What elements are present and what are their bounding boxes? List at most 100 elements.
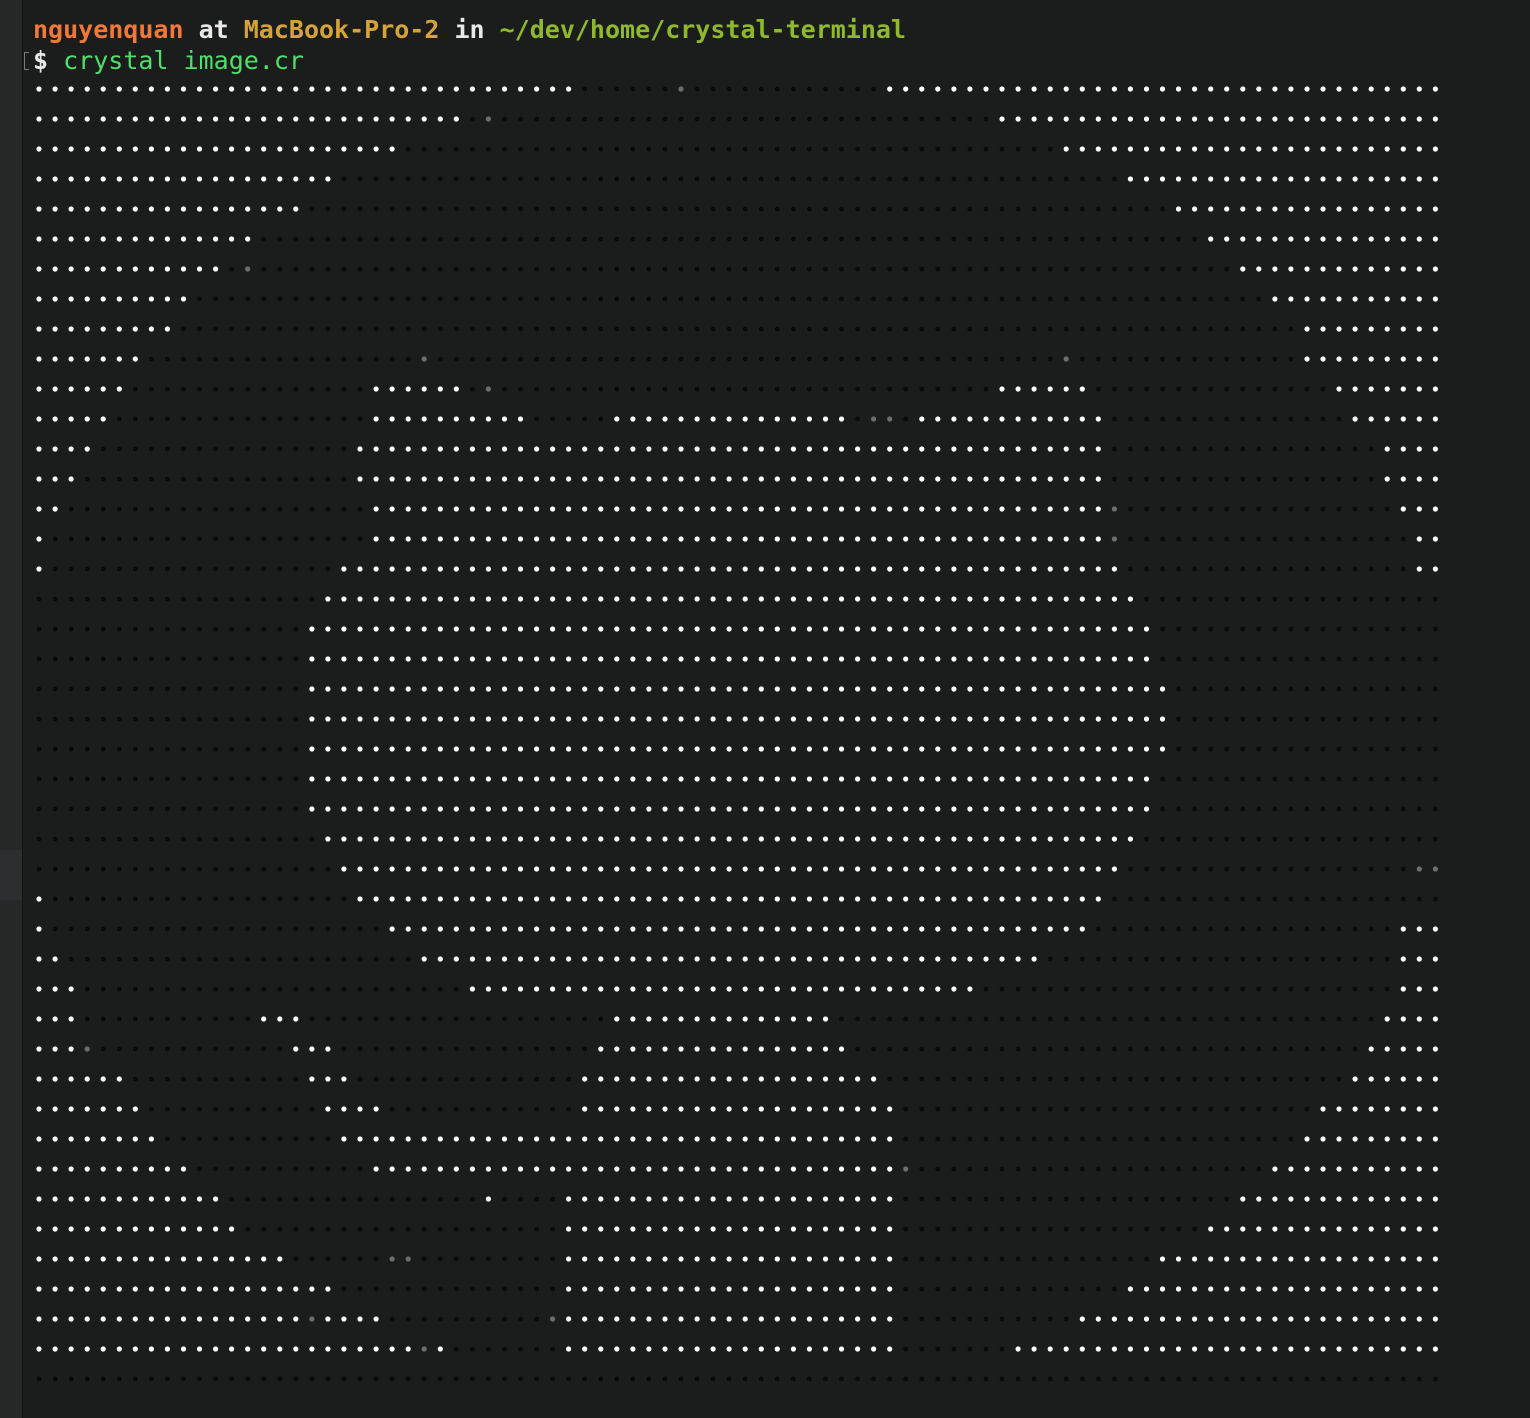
- bright-dot: [598, 506, 604, 512]
- dark-dot: [1063, 956, 1069, 962]
- dark-dot: [1112, 266, 1117, 272]
- dark-dot: [165, 656, 170, 662]
- dark-dot: [149, 956, 154, 962]
- bright-dot: [855, 806, 861, 812]
- dark-dot: [421, 206, 427, 212]
- bright-dot: [1320, 1286, 1326, 1292]
- bright-dot: [855, 776, 861, 782]
- bright-dot: [148, 146, 154, 152]
- bright-dot: [132, 1226, 138, 1232]
- dark-dot: [36, 716, 42, 722]
- dot-row: [36, 1256, 1438, 1262]
- bright-dot: [52, 1166, 58, 1172]
- dark-dot: [1128, 1046, 1133, 1052]
- bright-dot: [84, 116, 90, 122]
- bright-dot: [1031, 746, 1037, 752]
- dark-dot: [919, 1226, 925, 1232]
- bright-dot: [52, 506, 58, 512]
- bright-dot: [1384, 476, 1390, 482]
- bright-dot: [646, 1016, 652, 1022]
- dark-dot: [1320, 626, 1326, 632]
- bright-dot: [855, 536, 861, 542]
- dark-dot: [245, 1076, 251, 1082]
- dark-dot: [1176, 746, 1181, 752]
- dark-dot: [919, 356, 925, 362]
- dark-dot: [341, 356, 347, 362]
- bright-dot: [453, 806, 459, 812]
- dark-dot: [486, 236, 491, 242]
- bright-dot: [1320, 206, 1326, 212]
- dark-dot: [389, 1376, 395, 1382]
- dark-dot: [181, 326, 186, 332]
- bright-dot: [550, 866, 556, 872]
- dark-dot: [197, 596, 202, 602]
- bright-dot: [68, 1316, 74, 1322]
- bright-dot: [1432, 176, 1438, 182]
- dark-dot: [566, 236, 571, 242]
- bright-dot: [614, 1046, 620, 1052]
- bright-dot: [309, 1316, 315, 1322]
- dark-dot: [373, 956, 379, 962]
- bright-dot: [598, 626, 604, 632]
- bright-dot: [919, 836, 925, 842]
- bright-dot: [742, 986, 748, 992]
- bright-dot: [662, 1226, 668, 1232]
- dark-dot: [1079, 1196, 1085, 1202]
- bright-dot: [1416, 206, 1422, 212]
- bright-dot: [806, 1256, 813, 1262]
- bright-dot: [566, 1286, 572, 1292]
- bright-dot: [838, 1256, 845, 1262]
- dark-dot: [710, 296, 716, 302]
- bright-dot: [1127, 656, 1133, 662]
- bright-dot: [678, 866, 684, 872]
- dark-dot: [68, 926, 74, 932]
- dark-dot: [1144, 1196, 1149, 1202]
- bright-dot: [630, 686, 636, 692]
- dark-dot: [1192, 716, 1197, 722]
- dark-dot: [839, 1016, 844, 1022]
- dark-dot: [1160, 866, 1165, 872]
- dark-dot: [277, 1136, 283, 1142]
- dark-dot: [1240, 716, 1246, 722]
- bright-dot: [678, 716, 684, 722]
- command-text[interactable]: crystal image.cr: [63, 46, 304, 75]
- bright-dot: [726, 776, 732, 782]
- bright-dot: [421, 446, 427, 452]
- dark-dot: [277, 1106, 283, 1112]
- bright-dot: [790, 596, 797, 602]
- dark-dot: [1079, 206, 1085, 212]
- bright-dot: [855, 1346, 861, 1352]
- bright-dot: [1079, 836, 1085, 842]
- bright-dot: [261, 146, 267, 152]
- bright-dot: [806, 1016, 813, 1022]
- bright-dot: [52, 1196, 58, 1202]
- dark-dot: [1368, 986, 1374, 992]
- bright-dot: [614, 1346, 620, 1352]
- dark-dot: [213, 1016, 219, 1022]
- dark-dot: [437, 356, 443, 362]
- bright-dot: [582, 926, 588, 932]
- dark-dot: [405, 1316, 411, 1322]
- dark-dot: [1095, 956, 1101, 962]
- bright-dot: [84, 1136, 90, 1142]
- dark-dot: [1112, 1376, 1117, 1382]
- bright-dot: [887, 1256, 893, 1262]
- bright-dot: [887, 566, 893, 572]
- dark-dot: [1384, 536, 1390, 542]
- bright-dot: [100, 296, 106, 302]
- dark-dot: [1224, 506, 1230, 512]
- dark-dot: [1288, 986, 1294, 992]
- command-line[interactable]: $ crystal image.cr: [33, 45, 304, 77]
- dark-dot: [405, 1376, 411, 1382]
- dark-dot: [1336, 806, 1342, 812]
- bright-dot: [501, 866, 508, 872]
- grey-dot: [550, 1316, 556, 1322]
- bright-dot: [1127, 716, 1133, 722]
- dark-dot: [1320, 836, 1326, 842]
- bright-dot: [999, 686, 1005, 692]
- bright-dot: [838, 806, 845, 812]
- dark-dot: [1079, 986, 1085, 992]
- bright-dot: [52, 1286, 58, 1292]
- bright-dot: [806, 896, 813, 902]
- bright-dot: [405, 596, 411, 602]
